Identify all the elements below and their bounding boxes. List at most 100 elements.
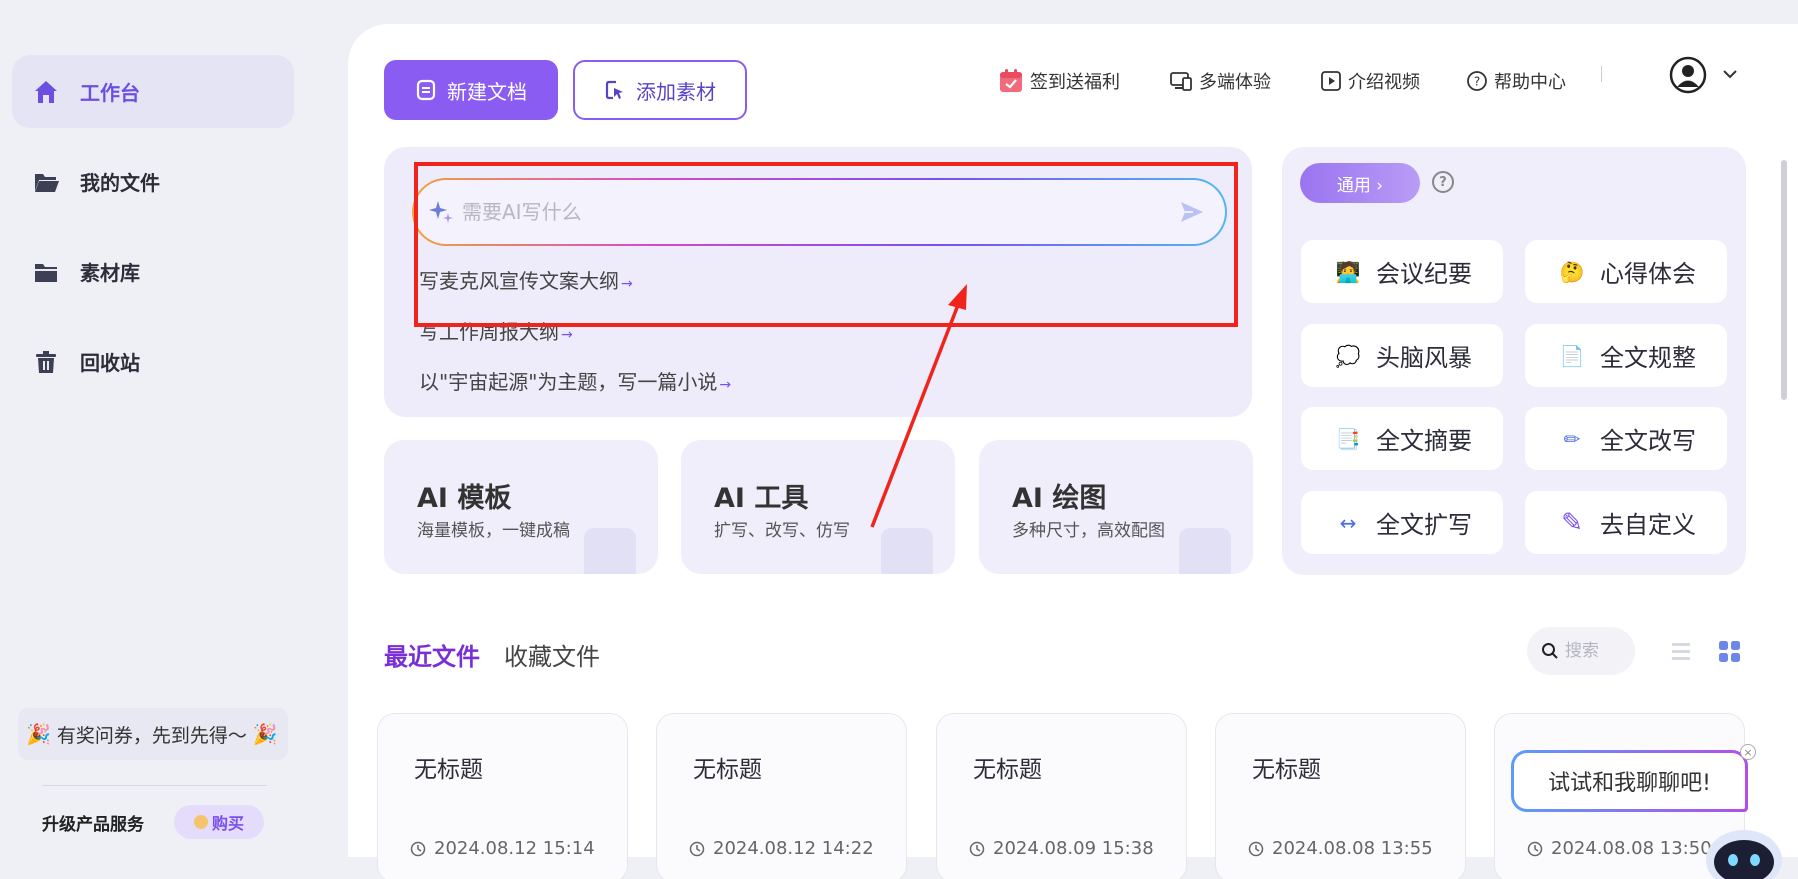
- send-icon[interactable]: [1179, 200, 1205, 224]
- clock-icon: [689, 841, 713, 857]
- file-title: 无标题: [973, 757, 1042, 783]
- help-center-link[interactable]: ? 帮助中心: [1466, 66, 1566, 96]
- file-search[interactable]: [1527, 627, 1635, 675]
- tab-recent-files[interactable]: 最近文件: [384, 637, 480, 672]
- checkin-reward-label: 签到送福利: [1030, 72, 1120, 93]
- sidebar-item-recycle-bin[interactable]: 回收站: [12, 325, 294, 398]
- template-decoration-icon: [584, 528, 636, 574]
- full-text-summary-button[interactable]: 📑 全文摘要: [1301, 407, 1503, 470]
- user-avatar[interactable]: [1669, 56, 1707, 94]
- list-view-icon[interactable]: [1671, 641, 1691, 663]
- full-text-format-button[interactable]: 📄 全文规整: [1525, 324, 1727, 387]
- multi-device-link[interactable]: 多端体验: [1169, 66, 1271, 96]
- quick-label: 会议纪要: [1376, 260, 1472, 288]
- promo-text: 有奖问券，先到先得～: [56, 724, 247, 747]
- checkin-reward-link[interactable]: 签到送福利: [998, 66, 1120, 96]
- calendar-gift-icon: [998, 68, 1030, 94]
- play-icon: [1320, 70, 1348, 92]
- thought-bubble-icon: 💭: [1335, 343, 1361, 368]
- ai-prompt-input[interactable]: [462, 200, 1179, 224]
- clock-icon: [410, 841, 434, 857]
- intro-video-link[interactable]: 介绍视频: [1320, 66, 1420, 96]
- card-subtitle: 海量模板，一键成稿: [417, 521, 570, 541]
- arrow-right-icon: →: [621, 276, 633, 292]
- brainstorm-button[interactable]: 💭 头脑风暴: [1301, 324, 1503, 387]
- full-text-expand-button[interactable]: ↔ 全文扩写: [1301, 491, 1503, 554]
- pencil-icon: ✎: [1561, 507, 1583, 538]
- quick-label: 全文摘要: [1376, 427, 1472, 455]
- sidebar-item-workbench[interactable]: 工作台: [12, 55, 294, 128]
- meeting-minutes-button[interactable]: 🧑‍💻 会议纪要: [1301, 240, 1503, 303]
- file-date: 2024.08.09 15:38: [969, 838, 1154, 859]
- chevron-down-icon[interactable]: [1722, 68, 1738, 80]
- robot-assistant-icon[interactable]: [1703, 818, 1785, 879]
- add-material-button[interactable]: 添加素材: [573, 60, 747, 120]
- tool-decoration-icon: [881, 528, 933, 574]
- prompt-suggestion-item[interactable]: 写工作周报大纲 →: [419, 316, 573, 345]
- suggestion-text: 写工作周报大纲: [419, 320, 559, 344]
- grid-view-icon[interactable]: [1718, 640, 1742, 664]
- quick-label: 全文扩写: [1376, 511, 1472, 539]
- quick-label: 去自定义: [1600, 511, 1696, 539]
- category-general-button[interactable]: 通用 ›: [1300, 163, 1420, 203]
- ai-template-card[interactable]: AI 模板 海量模板，一键成稿: [384, 440, 658, 574]
- card-title: AI 绘图: [1012, 483, 1107, 514]
- sparkle-icon: [428, 199, 454, 225]
- card-title: AI 工具: [714, 483, 809, 514]
- new-document-label: 新建文档: [447, 79, 527, 104]
- card-subtitle: 扩写、改写、仿写: [714, 521, 850, 541]
- document-icon: [415, 79, 447, 101]
- help-question-icon[interactable]: ?: [1432, 171, 1454, 193]
- help-circle-icon: ?: [1466, 70, 1494, 92]
- multi-device-label: 多端体验: [1199, 72, 1271, 93]
- new-document-button[interactable]: 新建文档: [384, 60, 558, 120]
- document-sparkle-icon: 📄: [1559, 343, 1585, 368]
- coin-icon: [193, 815, 208, 829]
- clock-icon: [969, 841, 993, 857]
- file-card[interactable]: 无标题 2024.08.12 15:14: [377, 713, 628, 879]
- card-title: AI 模板: [417, 483, 512, 514]
- sidebar-item-label: 我的文件: [80, 171, 160, 195]
- file-card[interactable]: 无标题 2024.08.08 13:55: [1215, 713, 1466, 879]
- ai-prompt-box[interactable]: [412, 178, 1227, 246]
- prompt-suggestion-item[interactable]: 写麦克风宣传文案大纲 →: [419, 265, 633, 294]
- add-material-icon: [604, 79, 636, 101]
- scrollbar[interactable]: [1781, 160, 1787, 400]
- close-icon[interactable]: ×: [1740, 744, 1756, 760]
- ai-drawing-card[interactable]: AI 绘图 多种尺寸，高效配图: [979, 440, 1253, 574]
- meeting-person-icon: 🧑‍💻: [1335, 259, 1361, 284]
- file-title: 无标题: [693, 757, 762, 783]
- tab-favorite-files[interactable]: 收藏文件: [504, 637, 600, 672]
- clock-icon: [1248, 841, 1272, 857]
- search-input[interactable]: [1565, 641, 1625, 661]
- svg-text:?: ?: [1474, 75, 1480, 89]
- buy-button[interactable]: 购买: [174, 805, 264, 839]
- image-decoration-icon: [1179, 528, 1231, 574]
- devices-icon: [1169, 70, 1199, 92]
- folder-open-icon: [32, 168, 60, 196]
- prompt-suggestion-item[interactable]: 以"宇宙起源"为主题，写一篇小说 →: [419, 366, 731, 395]
- upgrade-label: 升级产品服务: [42, 815, 144, 835]
- sidebar-item-label: 素材库: [80, 261, 140, 285]
- chat-assistant-bubble[interactable]: 试试和我聊聊吧!: [1511, 750, 1748, 812]
- file-card[interactable]: 无标题 2024.08.09 15:38: [936, 713, 1187, 879]
- sidebar-item-material-library[interactable]: 素材库: [12, 235, 294, 308]
- reflections-button[interactable]: 🤔 心得体会: [1525, 240, 1727, 303]
- full-text-rewrite-button[interactable]: ✏ 全文改写: [1525, 407, 1727, 470]
- search-icon: [1541, 642, 1559, 660]
- ai-tool-card[interactable]: AI 工具 扩写、改写、仿写: [681, 440, 955, 574]
- toolbar-divider: [1601, 66, 1602, 82]
- survey-promo-banner[interactable]: 🎉 有奖问券，先到先得～ 🎉: [18, 708, 288, 760]
- party-popper-icon: 🎉: [26, 722, 51, 746]
- file-card[interactable]: 无标题 2024.08.12 14:22: [656, 713, 907, 879]
- card-subtitle: 多种尺寸，高效配图: [1012, 521, 1165, 541]
- add-material-label: 添加素材: [636, 79, 716, 104]
- party-popper-icon: 🎉: [252, 722, 278, 746]
- file-date: 2024.08.08 13:55: [1248, 838, 1433, 859]
- trash-icon: [32, 348, 60, 376]
- sidebar-item-my-files[interactable]: 我的文件: [12, 145, 294, 218]
- custom-button[interactable]: ✎ 去自定义: [1525, 491, 1727, 554]
- intro-video-label: 介绍视频: [1348, 72, 1420, 93]
- expand-icon: ↔: [1339, 510, 1357, 535]
- file-date-text: 2024.08.12 15:14: [434, 838, 595, 859]
